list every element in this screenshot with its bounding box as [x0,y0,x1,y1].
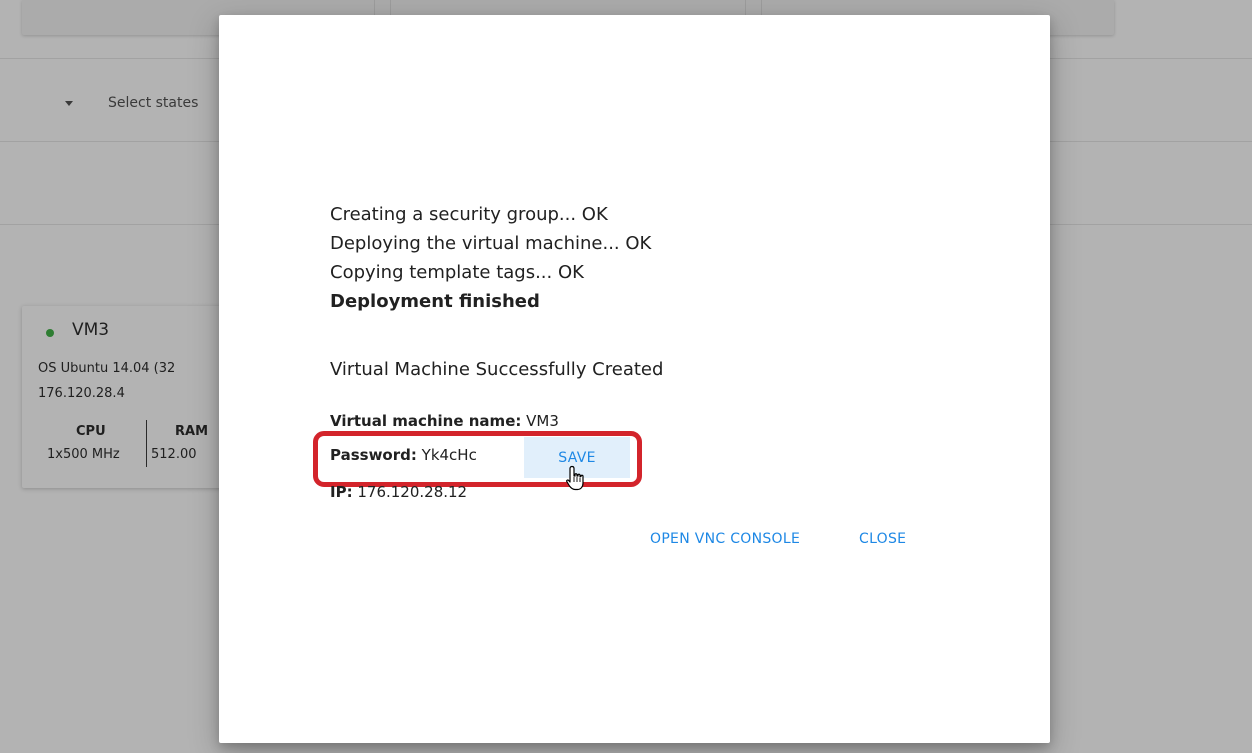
vm-created-dialog: Creating a security group... OK Deployin… [219,15,1050,743]
vm-ip: 176.120.28.4 [38,386,125,401]
log-line: Creating a security group... OK [330,204,608,225]
ip-row: IP: 176.120.28.12 [330,483,467,501]
cpu-value: 1x500 MHz [47,447,120,462]
log-line: Deploying the virtual machine... OK [330,233,652,254]
stat-divider [146,420,147,467]
close-button[interactable]: CLOSE [859,531,906,547]
vm-name-value: VM3 [526,412,559,430]
highlight-annotation [313,431,642,487]
ip-label: IP: [330,483,353,501]
open-vnc-console-button[interactable]: OPEN VNC CONSOLE [650,531,800,547]
deployment-log: Creating a security group... OK Deployin… [330,200,651,316]
success-message: Virtual Machine Successfully Created [330,359,664,380]
caret-down-icon[interactable] [65,101,73,106]
log-line: Copying template tags... OK [330,262,584,283]
cpu-header: CPU [76,424,106,439]
ip-value: 176.120.28.12 [357,483,468,501]
hand-pointer-icon [566,465,584,491]
deployment-finished: Deployment finished [330,291,540,312]
vm-os: OS Ubuntu 14.04 (32 [38,361,176,376]
status-dot-icon [46,329,54,337]
vm-name: VM3 [72,320,110,340]
vm-name-label: Virtual machine name: [330,412,522,430]
state-filter-select[interactable]: Select states [108,95,198,111]
ram-value: 512.00 [151,447,197,462]
ram-header: RAM [175,424,209,439]
vm-name-row: Virtual machine name: VM3 [330,412,559,430]
